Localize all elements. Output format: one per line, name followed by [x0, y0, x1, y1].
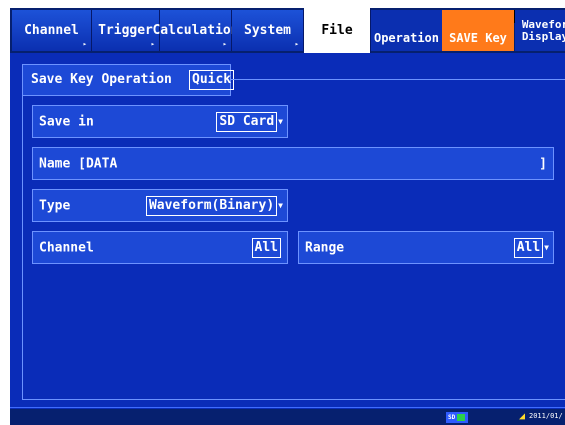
tab-channel[interactable]: Channel ▸	[12, 10, 92, 51]
dropdown-arrow-icon: ▼	[544, 243, 549, 252]
range-value: All	[513, 237, 544, 258]
tab-system-label: System	[244, 23, 291, 38]
name-row[interactable]: Name [DATA ]	[32, 147, 554, 180]
status-bar: SD ◢ 2011/01/	[10, 409, 565, 425]
sd-card-label: SD	[448, 414, 456, 421]
dropdown-arrow-icon: ▼	[278, 201, 283, 210]
tab-bar: Channel ▸ Trigger ▸ Calculation ▸ System…	[10, 8, 565, 53]
subtab-operation-label: Operation	[373, 31, 440, 45]
tab-system[interactable]: System ▸	[232, 10, 304, 51]
type-label: Type	[39, 198, 71, 213]
tab-file-label: File	[321, 23, 353, 38]
subtab-waveform-display[interactable]: Wavefor Display	[515, 10, 565, 51]
tab-trigger[interactable]: Trigger ▸	[92, 10, 160, 51]
type-value: Waveform(Binary)	[145, 195, 278, 216]
status-date: 2011/01/	[529, 412, 563, 420]
save-in-row: Save in SD Card ▼	[32, 105, 288, 138]
tab-calculation[interactable]: Calculation ▸	[152, 10, 239, 51]
type-row: Type Waveform(Binary) ▼	[32, 189, 288, 222]
subtab-waveform-label-2: Display	[521, 29, 565, 43]
pen-icon: ◢	[519, 411, 526, 422]
dropdown-arrow-icon: ▼	[278, 117, 283, 126]
tab-trigger-label: Trigger	[98, 23, 153, 38]
save-in-label: Save in	[39, 114, 94, 129]
range-label: Range	[305, 240, 345, 255]
range-row: Range All ▼	[298, 231, 554, 264]
subtab-save-key[interactable]: SAVE Key	[442, 10, 514, 51]
name-bracket: ]	[539, 156, 547, 171]
instrument-screen: Channel ▸ Trigger ▸ Calculation ▸ System…	[10, 8, 565, 425]
type-select[interactable]: Waveform(Binary) ▼	[145, 195, 283, 216]
tab-channel-label: Channel	[24, 23, 79, 38]
subtab-save-key-label: SAVE Key	[449, 31, 507, 45]
channel-row: Channel All	[32, 231, 288, 264]
section-border-bottom	[22, 399, 565, 400]
range-select[interactable]: All ▼	[513, 237, 549, 258]
submenu-arrow-icon: ▸	[294, 40, 299, 48]
save-in-select[interactable]: SD Card ▼	[216, 111, 283, 132]
channel-label: Channel	[39, 240, 94, 255]
save-in-value: SD Card	[216, 111, 278, 132]
submenu-arrow-icon: ▸	[222, 40, 227, 48]
subtab-waveform-label-1: Wavefor	[521, 17, 565, 31]
tab-calculation-label: Calculation	[152, 23, 239, 38]
mode-quick-button[interactable]: Quick	[189, 70, 235, 90]
channel-value: All	[251, 237, 281, 258]
section-border-left	[22, 96, 23, 399]
section-title: Save Key Operation	[31, 72, 172, 87]
submenu-arrow-icon: ▸	[150, 40, 155, 48]
sd-card-icon: SD	[446, 412, 468, 423]
subtab-operation[interactable]: Operation	[371, 10, 442, 51]
submenu-arrow-icon: ▸	[82, 40, 87, 48]
name-label: Name [DATA	[39, 156, 118, 171]
channel-select[interactable]: All	[251, 237, 281, 258]
section-header: Save Key Operation Quick	[22, 64, 235, 96]
tab-file[interactable]: File ◂	[304, 8, 378, 53]
section-divider	[231, 79, 565, 80]
